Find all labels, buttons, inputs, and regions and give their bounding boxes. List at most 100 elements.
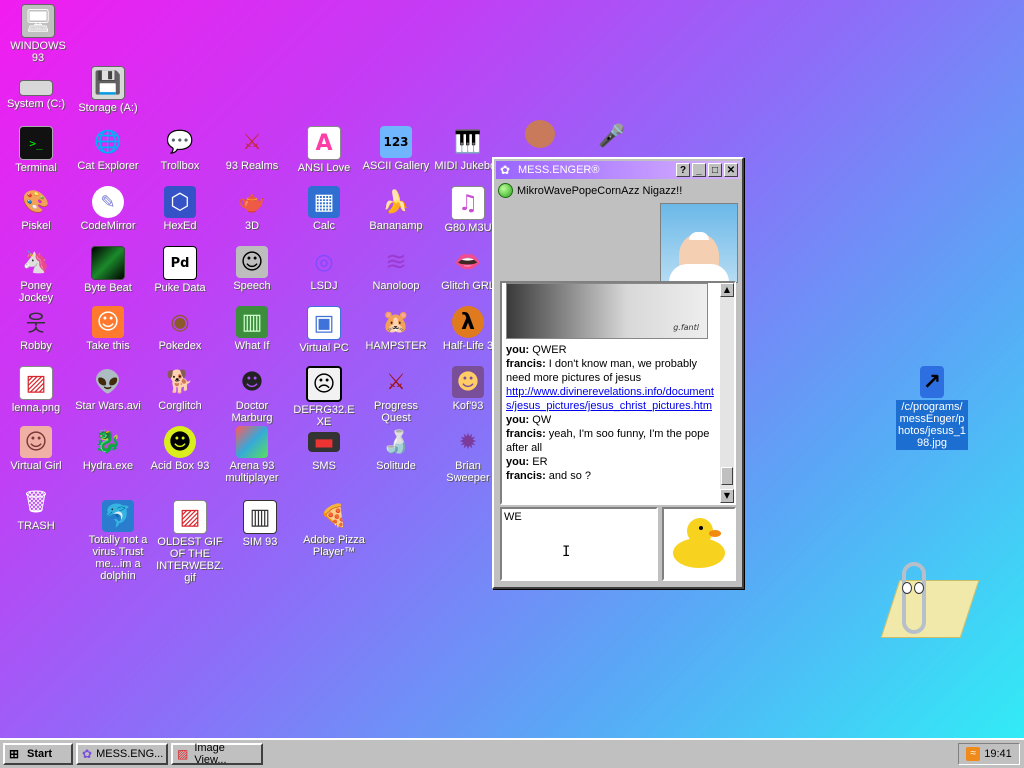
desktop-icon-93-realms[interactable]: ⚔ 93 Realms (218, 126, 286, 173)
pd-icon: Pd (163, 246, 197, 280)
chat-log[interactable]: g.fantl you: QWER francis: I don't know … (500, 281, 736, 505)
desktop-icon-arena-93[interactable]: Arena 93 multiplayer (218, 426, 286, 484)
desktop-icon-robby[interactable]: 웃 Robby (2, 306, 70, 352)
wave-icon: ≋ (385, 247, 407, 277)
scroll-down-button[interactable]: ▼ (720, 489, 734, 503)
desktop-icon-piskel[interactable]: 🎨 Piskel (2, 186, 70, 233)
chat-scrollbar[interactable]: ▲ ▼ (720, 283, 734, 503)
desktop-icon-star-wars[interactable]: 👽 Star Wars.avi (74, 366, 142, 413)
desktop-icon-cat-explorer[interactable]: 🌐 Cat Explorer (74, 126, 142, 173)
desktop-icon-terminal[interactable]: >_ Terminal (2, 126, 70, 174)
hard-drive-icon (19, 80, 53, 96)
desktop-icon-poney-jockey[interactable]: 🦄 Poney Jockey (2, 246, 70, 305)
start-button[interactable]: ⊞ Start (3, 743, 73, 765)
message-list: you: QWER francis: I don't know man, we … (502, 343, 720, 483)
desktop-icon-codemirror[interactable]: ✎ CodeMirror (74, 186, 142, 232)
lips-icon: 👄 (454, 249, 482, 275)
desktop-icon-speech[interactable]: ☺ Speech (218, 246, 286, 292)
desktop-icon-sim-93[interactable]: ▥ SIM 93 (226, 500, 294, 548)
mine-icon: ✹ (458, 429, 478, 455)
desktop-icon-trash[interactable]: 🗑 TRASH (2, 486, 70, 533)
codemirror-icon: ✎ (92, 186, 124, 218)
desktop-icon-dolphin[interactable]: 🐬 Totally not a virus.Trust me...im a do… (82, 500, 154, 582)
desktop-file-jesus-198[interactable]: ↗ /c/programs/messEnger/photos/jesus_198… (896, 366, 968, 450)
trash-can-icon: 🗑 (22, 489, 50, 515)
palette-icon: 🎨 (22, 189, 50, 215)
globe-cat-icon: 🌐 (94, 129, 122, 155)
paperclip-icon (902, 562, 926, 634)
desktop-icon-solitude[interactable]: 🍶 Solitude (362, 426, 430, 473)
desktop-icon-defrg32[interactable]: ☹ DEFRG32.EXE (290, 366, 358, 428)
close-button[interactable]: ✕ (724, 163, 738, 177)
scroll-thumb[interactable] (721, 467, 733, 485)
taskbar-item-image-viewer[interactable]: ▨ Image View... (171, 742, 263, 766)
desktop-icon-acid-box-93[interactable]: ☻ Acid Box 93 (146, 426, 214, 472)
window-icon: ▣ (307, 306, 341, 340)
desktop-icon-nanoloop[interactable]: ≋ Nanoloop (362, 246, 430, 292)
desktop-icon-virtual-girl[interactable]: ☺ Virtual Girl (2, 426, 70, 472)
desktop-icon-calc[interactable]: ▦ Calc (290, 186, 358, 232)
console-icon: ▬ (308, 430, 340, 455)
desktop-icon-virtual-pc[interactable]: ▣ Virtual PC (290, 306, 358, 354)
desktop-icon-cookie[interactable] (506, 120, 574, 150)
desktop-icon-bananamp[interactable]: 🍌 Bananamp (362, 186, 430, 233)
pokedex-icon: ◉ (170, 309, 190, 335)
desktop-icon-windows93[interactable]: 🖥 WINDOWS 93 (4, 4, 72, 64)
desktop-icon-byte-beat[interactable]: Byte Beat (74, 246, 142, 294)
desktop-icon-puke-data[interactable]: Pd Puke Data (146, 246, 214, 294)
music-file-icon: ♫ (451, 186, 485, 220)
lsdj-icon: ◎ (314, 249, 334, 275)
messenger-window[interactable]: ✿ MESS.ENGER® ? _ □ ✕ MikroWavePopeCornA… (492, 157, 744, 589)
message-input[interactable]: WE (500, 507, 658, 581)
desktop-icon-pokedex[interactable]: ◉ Pokedex (146, 306, 214, 353)
cube-icon (236, 426, 268, 458)
desktop-icon-progress-quest[interactable]: ⚔ Progress Quest (362, 366, 430, 425)
book-icon: ▥ (243, 500, 277, 534)
desktop-icon-sms[interactable]: ▬ SMS (290, 426, 358, 472)
maximize-button[interactable]: □ (708, 163, 722, 177)
message-item: http://www.divinerevelations.info/docume… (506, 385, 716, 413)
system-tray: ≈ 19:41 (958, 743, 1020, 765)
taskbar: ⊞ Start ✿ MESS.ENG... ▨ Image View... ≈ … (0, 738, 1024, 768)
desktop-icon-take-this[interactable]: ☺ Take this (74, 306, 142, 352)
desktop-icon-lenna-png[interactable]: ▨ lenna.png (2, 366, 70, 414)
butterfly-icon: ✿ (82, 747, 93, 761)
rss-icon[interactable]: ≈ (966, 747, 981, 761)
messenger-titlebar[interactable]: ✿ MESS.ENGER® ? _ □ ✕ (496, 161, 740, 179)
desktop-icon-hexed[interactable]: ⬡ HexEd (146, 186, 214, 232)
desktop-icon-oldest-gif[interactable]: ▨ OLDEST GIF OF THE INTERWEBZ.gif (154, 500, 226, 584)
message-item: francis: yeah, I'm soo funny, I'm the po… (506, 428, 710, 454)
scroll-up-button[interactable]: ▲ (720, 283, 734, 297)
message-item: you: QW (506, 414, 552, 426)
desktop-icon-hampster[interactable]: 🐹 HAMPSTER (362, 306, 430, 353)
desktop-icon-lsdj[interactable]: ◎ LSDJ (290, 246, 358, 293)
desktop-icon-adobe-pizza-player[interactable]: 🍕 Adobe Pizza Player™ (298, 500, 370, 559)
desktop-icon-doctor-marburg[interactable]: ☻ Doctor Marburg (218, 366, 286, 425)
clippy-assistant[interactable] (880, 562, 980, 646)
paper-icon (880, 580, 980, 638)
taskbar-item-messenger[interactable]: ✿ MESS.ENG... (76, 743, 168, 765)
desktop-icon-corglitch[interactable]: 🐕 Corglitch (146, 366, 214, 413)
desktop-icon-trollbox[interactable]: 💬 Trollbox (146, 126, 214, 173)
desktop-icon-hydra[interactable]: 🐉 Hydra.exe (74, 426, 142, 473)
contact-area: MikroWavePopeCornAzz Nigazz!! (494, 181, 742, 283)
image-file-icon: ▨ (19, 366, 53, 400)
avatar-robe (669, 264, 729, 282)
pixel-character-icon: ☺ (92, 306, 124, 338)
message-link[interactable]: http://www.divinerevelations.info/docume… (506, 386, 714, 412)
terminal-icon: >_ (19, 126, 53, 160)
letter-a-icon: A (307, 126, 341, 160)
desktop-icon-system-c[interactable]: System (C:) (2, 70, 70, 110)
desktop-icon-what-if[interactable]: ▥ What If (218, 306, 286, 352)
desktop-icon-ansi-love[interactable]: A ANSI Love (290, 126, 358, 174)
desktop-icon-ascii-gallery[interactable]: 123 ASCII Gallery (362, 126, 430, 172)
hamster-icon: 🐹 (382, 309, 410, 335)
smiley-icon: ☻ (164, 426, 196, 458)
minimize-button[interactable]: _ (692, 163, 706, 177)
help-button[interactable]: ? (676, 163, 690, 177)
desktop-icon-storage-a[interactable]: 💾 Storage (A:) (74, 66, 142, 114)
desktop-icon-microphone[interactable]: 🎤 (578, 120, 646, 154)
desktop-icon-3d[interactable]: 🫖 3D (218, 186, 286, 233)
online-status-icon (498, 183, 513, 198)
clippy-eye-left (902, 582, 912, 594)
